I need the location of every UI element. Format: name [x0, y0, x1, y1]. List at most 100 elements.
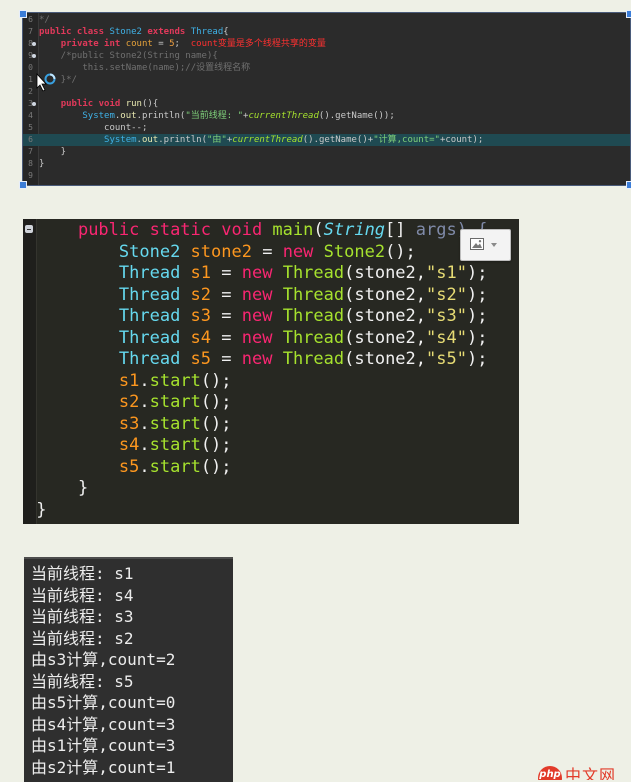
code-token: new [241, 327, 283, 348]
console-line: 当前线程: s3 [31, 607, 134, 626]
code-token: s4 [190, 327, 212, 348]
code-token: (stone2, [344, 263, 427, 283]
resize-handle-bottom-left[interactable] [19, 181, 27, 189]
code-token: ); [466, 327, 488, 348]
code-token: s4 [118, 435, 140, 455]
code-token: .println( [136, 111, 186, 121]
code-token: public class [39, 27, 110, 37]
code-token: (stone2, [344, 284, 427, 305]
code-token: (){ [141, 99, 159, 109]
resize-handle-bottom-right[interactable] [626, 181, 631, 189]
code-token: s2 [118, 392, 140, 412]
fold-marker-icon[interactable] [32, 54, 36, 58]
image-tool-button[interactable] [460, 229, 511, 261]
resize-handle-top-left[interactable] [19, 10, 27, 18]
code-text: count--; [39, 122, 147, 134]
code-token: out [141, 135, 159, 145]
code-token: = [211, 284, 242, 305]
code-token: new [241, 349, 283, 369]
code-token: [] [385, 220, 416, 240]
code-token: (); [200, 413, 232, 434]
code-line: 2 [23, 86, 630, 98]
chevron-down-icon [491, 243, 497, 247]
console-line: 当前线程: s4 [31, 585, 134, 605]
site-watermark: php 中文网 [538, 766, 631, 780]
code-line: 6 System.out.println("由"+currentThread()… [23, 134, 630, 146]
code-token: s1 [190, 263, 212, 283]
code-token: { [223, 27, 229, 37]
console-line: 当前线程: s2 [31, 628, 134, 648]
code-token: count [125, 39, 153, 49]
code-editor-snippet: 6 */7 public class Stone2 extends Thread{8… [23, 13, 630, 185]
line-number: 7 [28, 27, 33, 36]
code-line: 4 System.out.println("当前线程: "+currentThr… [23, 110, 630, 122]
resize-handle-top-right[interactable] [626, 10, 631, 18]
code-token: count变量是多个线程共享的变量 [190, 39, 326, 49]
line-number: 5 [28, 123, 33, 132]
code-token: new [282, 241, 324, 262]
code-token: */ [39, 15, 50, 25]
code-text: public void run(){ [39, 98, 159, 110]
code-token: .println( [158, 135, 208, 145]
code-token: (stone2, [344, 327, 427, 348]
code-token: = [211, 327, 242, 348]
code-view-main-method: public static void main(String[] args) {… [23, 219, 519, 524]
code-token: ( [313, 220, 324, 240]
code-token: ; [174, 39, 191, 49]
code-token: = [211, 349, 242, 369]
code-token: Stone2 [118, 241, 191, 262]
console-output: 当前线程: s1 当前线程: s4 当前线程: s3 当前线程: s2 由s3计算,co… [24, 557, 233, 782]
code-line: Thread s2 = new Thread(stone2,"s2"); [37, 285, 533, 306]
code-token: . [139, 392, 150, 412]
fold-marker-icon[interactable] [32, 42, 36, 46]
code-token: . [139, 413, 150, 434]
code-line: 8} [23, 158, 630, 170]
code-token: System [104, 135, 137, 145]
collapse-icon[interactable] [25, 225, 33, 233]
code-line: s1.start(); [37, 371, 533, 392]
code-token: s3 [190, 306, 212, 326]
code-token: (); [200, 435, 232, 455]
console-line: 由s2计算,count=1 [31, 757, 176, 777]
code-line: } [26, 500, 522, 521]
code-token: s5 [118, 456, 140, 477]
code-token: (stone2, [344, 306, 427, 326]
code-token: Thread [282, 306, 345, 326]
line-number: 6 [28, 135, 33, 144]
console-line: 当前线程: s1 [31, 564, 134, 583]
code-token: currentThread [232, 135, 303, 145]
code-line: s4.start(); [37, 435, 533, 456]
code-token: = [211, 263, 242, 283]
code-text: } [39, 146, 66, 158]
code-text: System.out.println("由"+currentThread().g… [39, 134, 483, 146]
code-text: } [39, 158, 44, 170]
code-token: ().getName()+ [302, 135, 374, 145]
code-token: (); [200, 392, 232, 412]
code-token: ); [466, 306, 488, 326]
code-token: Thread [282, 349, 345, 369]
code-token: main [272, 220, 314, 240]
code-token: this.setName(name);//设置线程名称 [39, 63, 251, 73]
fold-marker-icon[interactable] [32, 102, 36, 106]
code-token: s2 [190, 284, 212, 305]
console-line: 由s1计算,count=3 [31, 736, 176, 755]
code-token: . [139, 435, 150, 455]
code-token: (); [200, 456, 232, 477]
code-token: s3 [118, 413, 140, 434]
code-token: = [211, 306, 242, 326]
code-token: start [149, 370, 201, 391]
code-text: private int count = 5; count变量是多个线程共享的变量 [39, 38, 326, 50]
code-token: } [39, 147, 67, 157]
code-token: Thread [190, 27, 224, 37]
code-token: currentThread [248, 111, 319, 121]
